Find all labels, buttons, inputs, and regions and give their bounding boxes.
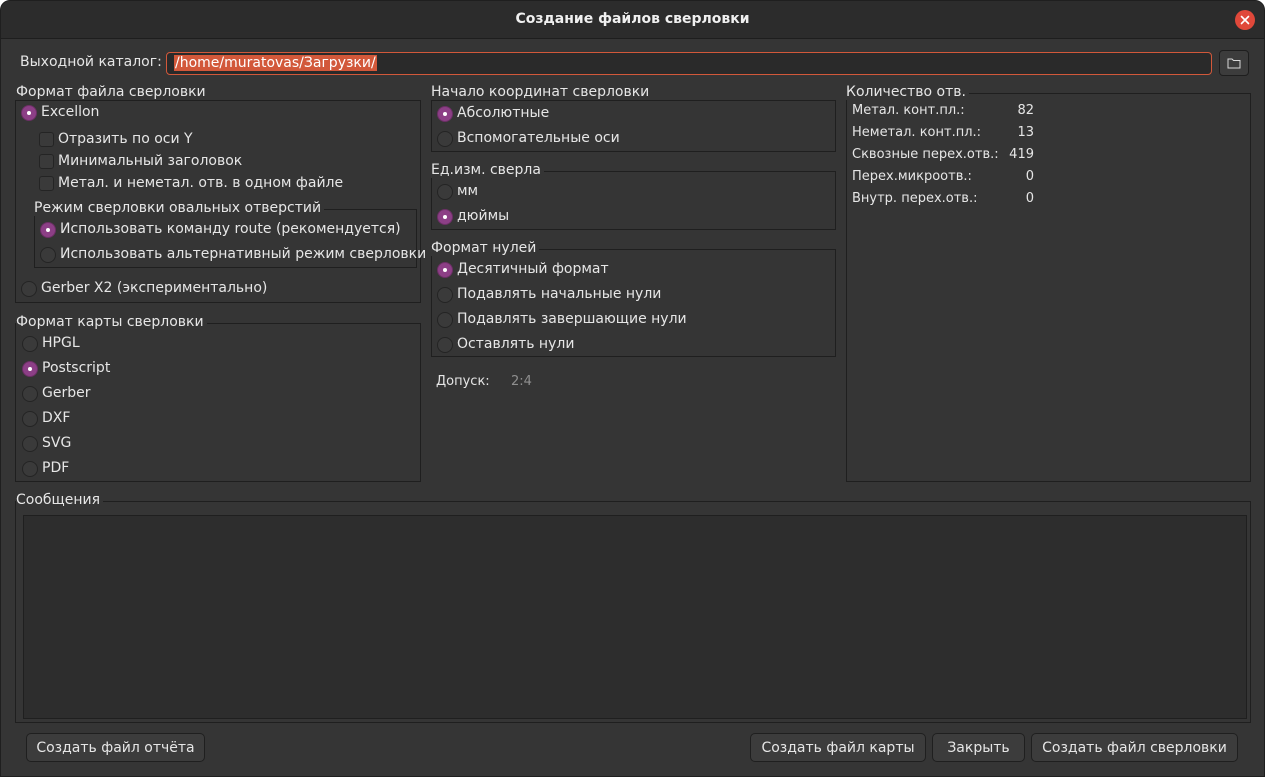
nonplated-pads-label: Неметал. конт.пл.: — [852, 125, 982, 140]
mirror-y-label: Отразить по оси Y — [58, 131, 193, 147]
close-window-button[interactable] — [1235, 10, 1255, 30]
minimal-header-label: Минимальный заголовок — [58, 153, 243, 169]
create-drill-file-button[interactable]: Создать файл сверловки — [1031, 733, 1238, 762]
gerber-x2-radio[interactable] — [21, 281, 37, 297]
merge-holes-checkbox[interactable] — [39, 176, 54, 191]
folder-icon — [1227, 58, 1241, 69]
map-dxf-label: DXF — [42, 410, 71, 426]
merge-holes-label: Метал. и неметал. отв. в одном файле — [58, 175, 344, 191]
origin-title: Начало координат сверловки — [431, 84, 653, 100]
minimal-header-checkbox[interactable] — [39, 154, 54, 169]
output-dir-input[interactable]: /home/muratovas/Загрузки/ — [166, 52, 1212, 75]
precision-value: 2:4 — [511, 374, 532, 389]
units-title: Ед.изм. сверла — [431, 162, 544, 178]
alternate-mode-radio[interactable] — [40, 247, 56, 263]
zeros-suppress-trailing-label: Подавлять завершающие нули — [457, 311, 687, 327]
drill-format-title: Формат файла сверловки — [16, 84, 209, 100]
through-vias-value: 419 — [1009, 147, 1034, 162]
excellon-radio[interactable] — [21, 105, 37, 121]
origin-aux-label: Вспомогательные оси — [457, 130, 620, 146]
map-gerber-label: Gerber — [42, 385, 91, 401]
map-format-title: Формат карты сверловки — [16, 314, 207, 330]
zeros-keep-radio[interactable] — [437, 337, 453, 353]
zeros-keep-label: Оставлять нули — [457, 336, 575, 352]
close-button[interactable]: Закрыть — [932, 733, 1025, 762]
messages-textarea[interactable] — [23, 515, 1247, 719]
units-inches-label: дюймы — [457, 208, 510, 224]
map-hpgl-radio[interactable] — [22, 336, 38, 352]
map-hpgl-label: HPGL — [42, 335, 80, 351]
units-mm-radio[interactable] — [437, 184, 453, 200]
map-postscript-radio[interactable] — [22, 361, 38, 377]
nonplated-pads-value: 13 — [1017, 125, 1034, 140]
origin-absolute-radio[interactable] — [437, 106, 453, 122]
map-postscript-label: Postscript — [42, 360, 111, 376]
zeros-title: Формат нулей — [431, 240, 540, 256]
plated-pads-label: Метал. конт.пл.: — [852, 103, 965, 118]
origin-aux-radio[interactable] — [437, 131, 453, 147]
zeros-suppress-leading-label: Подавлять начальные нули — [457, 286, 662, 302]
plated-pads-value: 82 — [1017, 103, 1034, 118]
through-vias-label: Сквозные перех.отв.: — [852, 147, 999, 162]
messages-title: Сообщения — [16, 492, 104, 508]
drill-files-dialog: Создание файлов сверловки Выходной катал… — [0, 0, 1265, 777]
hole-counts-title: Количество отв. — [846, 84, 969, 100]
zeros-suppress-leading-radio[interactable] — [437, 287, 453, 303]
create-report-button[interactable]: Создать файл отчёта — [26, 733, 205, 762]
zeros-decimal-radio[interactable] — [437, 262, 453, 278]
micro-vias-value: 0 — [1025, 169, 1034, 184]
origin-absolute-label: Абсолютные — [457, 105, 550, 121]
excellon-label: Excellon — [41, 104, 100, 120]
create-map-button[interactable]: Создать файл карты — [750, 733, 926, 762]
title-bar: Создание файлов сверловки — [1, 1, 1264, 39]
map-gerber-radio[interactable] — [22, 386, 38, 402]
zeros-suppress-trailing-radio[interactable] — [437, 312, 453, 328]
map-pdf-label: PDF — [42, 460, 70, 476]
units-inches-radio[interactable] — [437, 209, 453, 225]
map-pdf-radio[interactable] — [22, 461, 38, 477]
output-dir-label: Выходной каталог: — [20, 54, 162, 70]
close-icon — [1240, 15, 1250, 25]
oval-mode-title: Режим сверловки овальных отверстий — [34, 200, 325, 216]
browse-folder-button[interactable] — [1219, 50, 1249, 76]
output-dir-value: /home/muratovas/Загрузки/ — [174, 55, 377, 71]
map-svg-label: SVG — [42, 435, 72, 451]
window-title: Создание файлов сверловки — [515, 11, 750, 27]
zeros-decimal-label: Десятичный формат — [457, 261, 609, 277]
map-svg-radio[interactable] — [22, 436, 38, 452]
buried-vias-value: 0 — [1025, 191, 1034, 206]
precision-label: Допуск: — [436, 374, 490, 389]
route-mode-label: Использовать команду route (рекомендуетс… — [60, 221, 401, 237]
micro-vias-label: Перех.микроотв.: — [852, 169, 972, 184]
buried-vias-label: Внутр. перех.отв.: — [852, 191, 978, 206]
map-dxf-radio[interactable] — [22, 411, 38, 427]
units-mm-label: мм — [457, 183, 479, 199]
gerber-x2-label: Gerber X2 (экспериментально) — [41, 280, 268, 296]
mirror-y-checkbox[interactable] — [39, 132, 54, 147]
route-mode-radio[interactable] — [40, 222, 56, 238]
alternate-mode-label: Использовать альтернативный режим сверло… — [60, 246, 427, 262]
